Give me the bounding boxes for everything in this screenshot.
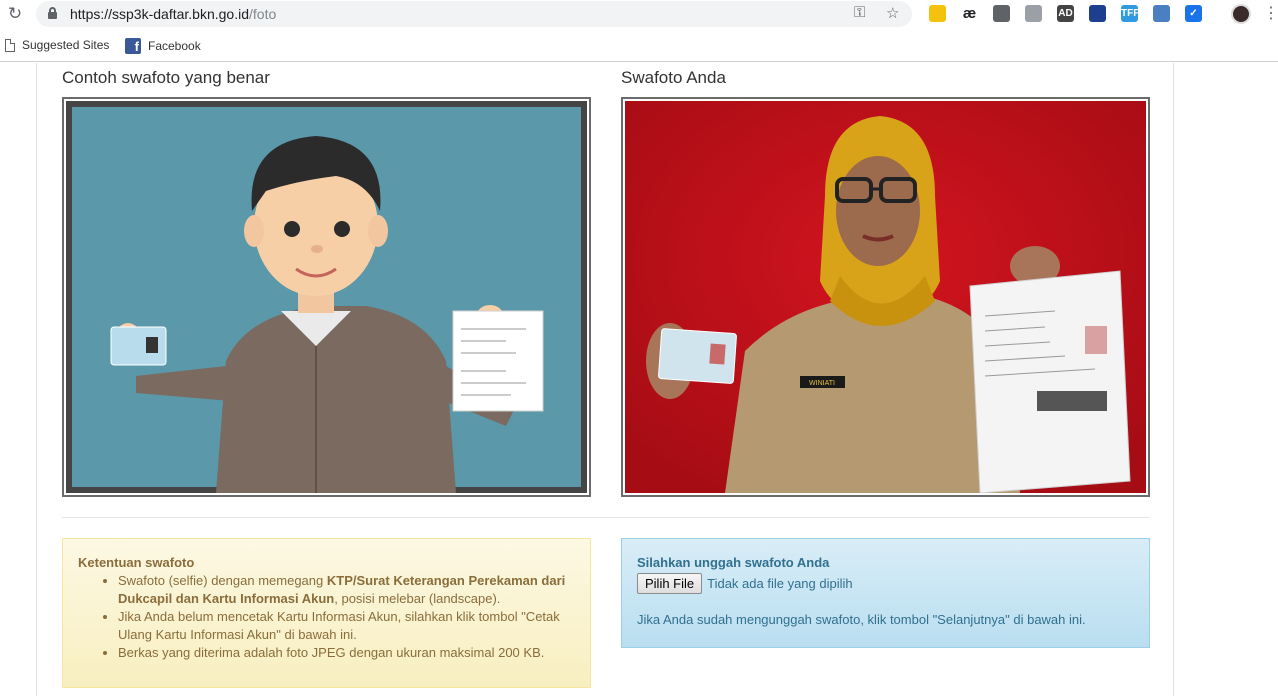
facebook-icon: f	[125, 38, 141, 54]
example-heading: Contoh swafoto yang benar	[62, 68, 270, 87]
bookmarks-bar: Suggested Sites f Facebook	[0, 30, 1278, 62]
pin-extension-icon[interactable]	[993, 5, 1010, 22]
browser-toolbar: ↻ https://ssp3k-daftar.bkn.go.id/foto ⚿ …	[0, 0, 1278, 30]
uploaded-selfie-image: WINIATI	[621, 97, 1150, 497]
bookmark-label: Suggested Sites	[22, 38, 110, 52]
page-icon	[5, 38, 15, 52]
url-text[interactable]: https://ssp3k-daftar.bkn.go.id/foto	[70, 6, 276, 22]
bookmark-label: Facebook	[148, 39, 201, 53]
drive-extension-icon[interactable]	[1025, 5, 1042, 22]
ae-extension-icon[interactable]: æ	[961, 5, 978, 22]
rules-list: Swafoto (selfie) dengan memegang KTP/Sur…	[78, 572, 575, 662]
choose-file-button[interactable]: Pilih File	[637, 573, 703, 594]
profile-avatar[interactable]	[1231, 4, 1251, 24]
check-extension-icon[interactable]: ✓	[1185, 5, 1202, 22]
rule-item: Swafoto (selfie) dengan memegang KTP/Sur…	[118, 572, 575, 608]
selfie-rules-box: Ketentuan swafoto Swafoto (selfie) denga…	[62, 538, 591, 688]
image-extension-icon[interactable]	[1153, 5, 1170, 22]
upload-box: Silahkan unggah swafoto Anda Pilih File …	[621, 538, 1150, 648]
ad-extension-icon[interactable]: AD	[1057, 5, 1074, 22]
address-bar[interactable]: https://ssp3k-daftar.bkn.go.id/foto ⚿ ☆	[36, 1, 912, 27]
reload-icon[interactable]: ↻	[4, 3, 26, 25]
menu-icon[interactable]: ⋮	[1263, 3, 1278, 23]
page-container: Contoh swafoto yang benar Swafoto Anda W…	[36, 63, 1174, 696]
bookmark-facebook[interactable]: f Facebook	[125, 38, 201, 54]
file-input[interactable]: Pilih File Tidak ada file yang dipilih	[637, 573, 1134, 594]
rules-title: Ketentuan swafoto	[78, 555, 195, 570]
upload-title: Silahkan unggah swafoto Anda	[637, 555, 830, 570]
divider	[62, 517, 1150, 518]
globe-extension-icon[interactable]	[1089, 5, 1106, 22]
example-selfie-image	[62, 97, 591, 497]
your-selfie-heading: Swafoto Anda	[621, 68, 726, 87]
translate-extension-icon[interactable]	[929, 5, 946, 22]
rule-item: Berkas yang diterima adalah foto JPEG de…	[118, 644, 575, 662]
rule-item: Jika Anda belum mencetak Kartu Informasi…	[118, 608, 575, 644]
file-status-text: Tidak ada file yang dipilih	[707, 576, 853, 591]
upload-note: Jika Anda sudah mengunggah swafoto, klik…	[637, 612, 1086, 627]
bookmark-suggested-sites[interactable]: Suggested Sites	[5, 38, 109, 52]
name-tag-text: WINIATI	[809, 380, 835, 387]
tff-extension-icon[interactable]: TFF	[1121, 5, 1139, 22]
key-icon[interactable]: ⚿	[854, 4, 865, 21]
star-icon[interactable]: ☆	[886, 4, 899, 22]
lock-icon[interactable]	[48, 7, 57, 19]
